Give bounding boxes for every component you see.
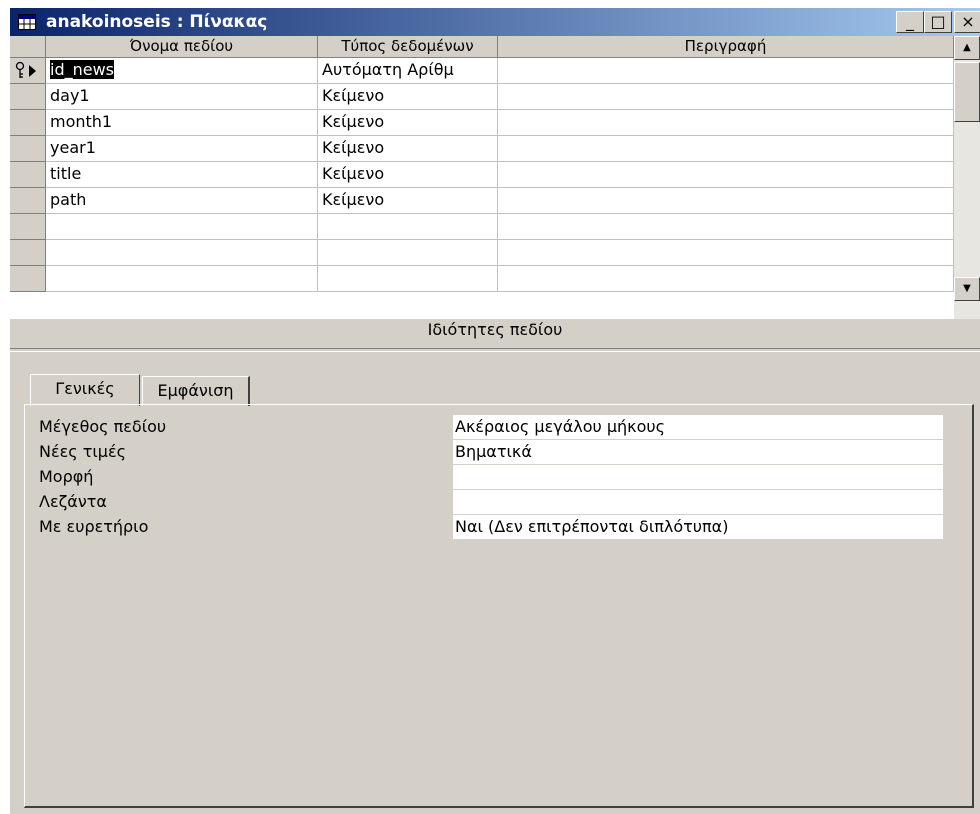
field-name-cell[interactable] xyxy=(46,240,318,266)
data-type-cell[interactable] xyxy=(318,266,498,292)
row-selector[interactable] xyxy=(10,214,46,240)
field-name-cell[interactable]: path xyxy=(46,188,318,214)
property-label: Μέγεθος πεδίου xyxy=(39,417,167,436)
data-type-cell[interactable] xyxy=(318,214,498,240)
data-type-cell-text: Κείμενο xyxy=(322,190,385,209)
description-cell[interactable] xyxy=(498,266,954,292)
close-button[interactable]: × xyxy=(954,11,980,33)
data-type-cell-text: Αυτόματη Αρίθμ xyxy=(322,60,454,79)
field-name-cell[interactable]: month1 xyxy=(46,110,318,136)
description-cell[interactable] xyxy=(498,240,954,266)
data-type-cell-text: Κείμενο xyxy=(322,138,385,157)
window-title: anakoinoseis : Πίνακας xyxy=(46,12,268,32)
scroll-down-button[interactable]: ▼ xyxy=(954,277,980,301)
data-type-cell[interactable]: Κείμενο xyxy=(318,188,498,214)
field-grid: Όνομα πεδίου Τύπος δεδομένων Περιγραφή i… xyxy=(10,36,980,319)
row-selector[interactable] xyxy=(10,188,46,214)
field-name-cell-text: year1 xyxy=(50,138,96,157)
property-label: Νέες τιμές xyxy=(39,442,127,461)
row-selector[interactable] xyxy=(10,240,46,266)
current-row-indicator-icon xyxy=(29,65,36,77)
scroll-up-button[interactable]: ▲ xyxy=(954,36,980,60)
field-name-cell[interactable] xyxy=(46,266,318,292)
property-label: Μορφή xyxy=(39,467,94,486)
title-bar[interactable]: anakoinoseis : Πίνακας _ □ × xyxy=(10,8,980,36)
field-name-cell[interactable]: title xyxy=(46,162,318,188)
description-cell[interactable] xyxy=(498,188,954,214)
data-type-cell[interactable]: Αυτόματη Αρίθμ xyxy=(318,58,498,84)
field-properties-label: Ιδιότητες πεδίου xyxy=(427,320,563,339)
field-name-cell[interactable]: id_news xyxy=(46,58,318,84)
tab-appearance[interactable]: Εμφάνιση xyxy=(142,376,250,406)
property-label: Λεζάντα xyxy=(39,492,107,511)
column-header-data-type[interactable]: Τύπος δεδομένων xyxy=(318,36,498,58)
data-type-cell-text: Κείμενο xyxy=(322,112,385,131)
row-selector[interactable] xyxy=(10,136,46,162)
row-selector[interactable] xyxy=(10,162,46,188)
property-value-field[interactable]: Βηματικά xyxy=(453,440,943,464)
row-selector[interactable] xyxy=(10,84,46,110)
table-design-window: anakoinoseis : Πίνακας _ □ × Όνομα πεδίο… xyxy=(10,8,980,814)
data-type-cell-text: Κείμενο xyxy=(322,164,385,183)
property-label: Με ευρετήριο xyxy=(39,517,149,536)
divider xyxy=(10,348,980,352)
description-cell[interactable] xyxy=(498,84,954,110)
data-type-cell[interactable]: Κείμενο xyxy=(318,136,498,162)
description-cell[interactable] xyxy=(498,136,954,162)
row-selector[interactable] xyxy=(10,58,46,84)
property-value-field[interactable] xyxy=(453,490,943,514)
field-name-cell-text: day1 xyxy=(50,86,90,105)
row-selector[interactable] xyxy=(10,110,46,136)
property-value-field[interactable]: Ακέραιος μεγάλου μήκους xyxy=(453,415,943,439)
column-header-description[interactable]: Περιγραφή xyxy=(498,36,954,58)
field-name-cell[interactable]: day1 xyxy=(46,84,318,110)
properties-panel: Μέγεθος πεδίου Ακέραιος μεγάλου μήκους Νέε… xyxy=(24,404,974,808)
vertical-scrollbar[interactable]: ▲ ▼ xyxy=(954,36,980,319)
table-icon xyxy=(18,14,36,30)
description-cell[interactable] xyxy=(498,58,954,84)
field-name-cell-text: path xyxy=(50,190,87,209)
data-type-cell[interactable] xyxy=(318,240,498,266)
tab-general[interactable]: Γενικές xyxy=(30,374,140,406)
field-name-cell-text: id_news xyxy=(50,60,115,79)
data-type-cell[interactable]: Κείμενο xyxy=(318,84,498,110)
data-type-cell-text: Κείμενο xyxy=(322,86,385,105)
field-name-cell-text: title xyxy=(50,164,82,183)
property-value-field[interactable] xyxy=(453,465,943,489)
property-value-field[interactable]: Ναι (Δεν επιτρέπονται διπλότυπα) xyxy=(453,515,943,539)
row-selector[interactable] xyxy=(10,266,46,292)
column-header-field-name[interactable]: Όνομα πεδίου xyxy=(46,36,318,58)
primary-key-icon xyxy=(15,61,25,78)
scroll-thumb[interactable] xyxy=(954,62,980,122)
field-name-cell[interactable] xyxy=(46,214,318,240)
maximize-button[interactable]: □ xyxy=(924,11,952,33)
field-name-cell-text: month1 xyxy=(50,112,113,131)
description-cell[interactable] xyxy=(498,214,954,240)
data-type-cell[interactable]: Κείμενο xyxy=(318,110,498,136)
description-cell[interactable] xyxy=(498,162,954,188)
field-name-cell[interactable]: year1 xyxy=(46,136,318,162)
data-type-cell[interactable]: Κείμενο xyxy=(318,162,498,188)
grid-corner[interactable] xyxy=(10,36,46,58)
minimize-button[interactable]: _ xyxy=(896,11,924,33)
description-cell[interactable] xyxy=(498,110,954,136)
